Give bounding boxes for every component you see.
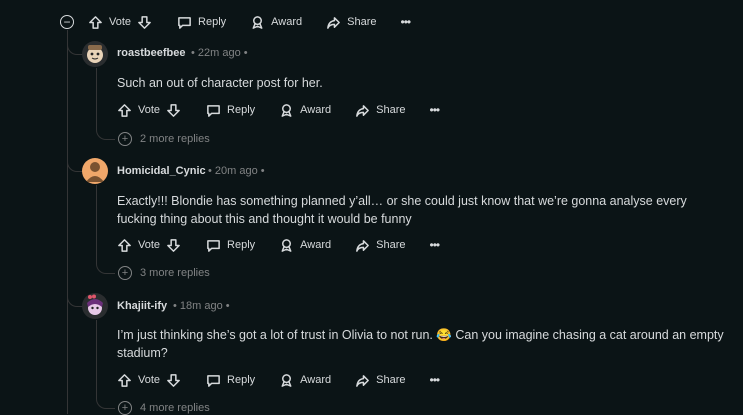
plus-circle-icon: +	[118, 266, 132, 280]
snoo-avatar-icon	[87, 45, 103, 63]
share-icon	[327, 16, 341, 29]
meta-separator: •	[225, 300, 230, 312]
comment-action-bar: Vote Reply Award Share •••	[117, 370, 441, 390]
vote-label: Vote	[138, 374, 161, 386]
comment-meta: • 20m ago •	[208, 165, 265, 177]
share-icon	[356, 104, 370, 117]
share-button[interactable]: Share	[326, 15, 377, 30]
award-button[interactable]: Award	[250, 15, 302, 30]
more-options-button[interactable]: •••	[430, 238, 441, 252]
more-options-button[interactable]: •••	[401, 15, 412, 29]
more-options-button[interactable]: •••	[430, 103, 441, 117]
more-replies-button[interactable]: + 4 more replies	[118, 401, 210, 415]
comment-icon	[178, 16, 191, 29]
comment-body: Such an out of character post for her.	[117, 76, 323, 90]
vote-control: Vote	[117, 373, 181, 388]
collapse-thread-button[interactable]: −	[60, 15, 74, 29]
snoo-avatar-icon	[86, 162, 104, 182]
comment-icon	[207, 374, 220, 387]
plus-circle-icon: +	[118, 132, 132, 146]
share-label: Share	[347, 16, 377, 28]
comment-body: Exactly!!! Blondie has something planned…	[117, 194, 687, 226]
award-button[interactable]: Award	[279, 373, 331, 388]
meta-separator: •	[260, 165, 265, 177]
meta-separator: •	[243, 47, 248, 59]
comment-timestamp[interactable]: 20m ago	[215, 165, 258, 177]
award-label: Award	[300, 374, 332, 386]
more-options-button[interactable]: •••	[430, 373, 441, 387]
thread-elbow-2-replies	[96, 244, 115, 274]
more-replies-label: 4 more replies	[140, 402, 210, 414]
downvote-icon[interactable]	[166, 103, 181, 118]
reply-label: Reply	[227, 104, 256, 116]
vote-control: Vote	[117, 103, 181, 118]
award-button[interactable]: Award	[279, 238, 331, 253]
vote-control: Vote	[117, 238, 181, 253]
thread-line-parent[interactable]	[67, 30, 68, 414]
meta-separator: •	[208, 165, 212, 177]
meta-separator: •	[173, 300, 177, 312]
reply-button[interactable]: Reply	[206, 103, 255, 118]
share-label: Share	[376, 374, 406, 386]
award-icon	[281, 103, 292, 117]
share-label: Share	[376, 104, 406, 116]
share-button[interactable]: Share	[355, 238, 406, 253]
vote-label: Vote	[109, 16, 132, 28]
share-button[interactable]: Share	[355, 373, 406, 388]
award-icon	[252, 15, 263, 29]
comment-meta: • 18m ago •	[173, 300, 230, 312]
comment-timestamp[interactable]: 22m ago	[198, 47, 241, 59]
reply-label: Reply	[227, 374, 256, 386]
upvote-icon[interactable]	[117, 373, 132, 388]
avatar[interactable]	[82, 41, 108, 67]
comment-action-bar: Vote Reply Award Share •••	[117, 235, 441, 255]
upvote-icon[interactable]	[117, 103, 132, 118]
reply-button[interactable]: Reply	[206, 238, 255, 253]
comment-author[interactable]: roastbeefbee	[117, 47, 185, 59]
comment-action-bar: Vote Reply Award Share •••	[117, 100, 441, 120]
more-replies-label: 2 more replies	[140, 133, 210, 145]
reply-button[interactable]: Reply	[177, 15, 226, 30]
snoo-avatar-icon	[87, 294, 103, 315]
comment-icon	[207, 239, 220, 252]
comment-icon	[207, 104, 220, 117]
thread-elbow-3-replies	[96, 380, 115, 409]
vote-label: Vote	[138, 104, 161, 116]
share-button[interactable]: Share	[355, 103, 406, 118]
downvote-icon[interactable]	[166, 373, 181, 388]
plus-circle-icon: +	[118, 401, 132, 415]
avatar[interactable]	[82, 158, 108, 184]
collapse-icon: −	[63, 15, 71, 29]
thread-elbow-1-replies	[96, 110, 115, 140]
reply-button[interactable]: Reply	[206, 373, 255, 388]
meta-separator: •	[191, 47, 195, 59]
upvote-icon[interactable]	[88, 15, 103, 30]
vote-control: Vote	[88, 15, 152, 30]
upvote-icon[interactable]	[117, 238, 132, 253]
parent-action-bar: Vote Reply Award Share •••	[88, 12, 412, 32]
award-icon	[281, 238, 292, 252]
downvote-icon[interactable]	[166, 238, 181, 253]
comment-timestamp[interactable]: 18m ago	[180, 300, 223, 312]
award-label: Award	[271, 16, 303, 28]
avatar[interactable]	[82, 293, 108, 319]
award-button[interactable]: Award	[279, 103, 331, 118]
comment-author[interactable]: Homicidal_Cynic	[117, 165, 206, 177]
share-icon	[356, 239, 370, 252]
comment-meta: • 22m ago •	[191, 47, 248, 59]
reply-label: Reply	[198, 16, 227, 28]
more-replies-button[interactable]: + 3 more replies	[118, 266, 210, 280]
vote-label: Vote	[138, 239, 161, 251]
reply-label: Reply	[227, 239, 256, 251]
share-icon	[356, 374, 370, 387]
more-replies-label: 3 more replies	[140, 267, 210, 279]
comment-body: I’m just thinking she’s got a lot of tru…	[117, 328, 724, 360]
award-label: Award	[300, 239, 332, 251]
comment-author[interactable]: Khajiit-ify	[117, 300, 167, 312]
award-icon	[281, 373, 292, 387]
more-replies-button[interactable]: + 2 more replies	[118, 132, 210, 146]
downvote-icon[interactable]	[137, 15, 152, 30]
award-label: Award	[300, 104, 332, 116]
share-label: Share	[376, 239, 406, 251]
